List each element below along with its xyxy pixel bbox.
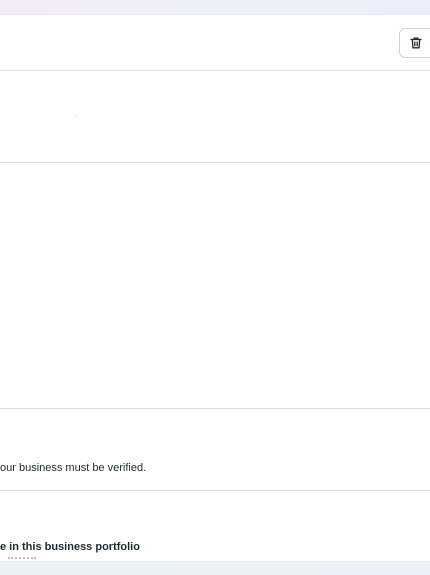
portfolio-heading: e in this business portfolio xyxy=(0,541,140,553)
verification-requirement-text: our business must be verified. xyxy=(0,462,147,474)
bottom-bar xyxy=(0,561,430,575)
delete-button[interactable] xyxy=(399,28,430,58)
chevron-right-icon: › xyxy=(74,111,78,123)
top-banner xyxy=(0,0,430,15)
verification-section: our business must be verified. xyxy=(0,409,430,491)
content-section xyxy=(0,163,430,409)
trash-icon xyxy=(410,37,422,49)
details-section: › xyxy=(0,71,430,163)
toolbar xyxy=(0,15,430,71)
page: › our business must be verified. e in th… xyxy=(0,0,430,575)
portfolio-section: e in this business portfolio xyxy=(0,491,430,561)
